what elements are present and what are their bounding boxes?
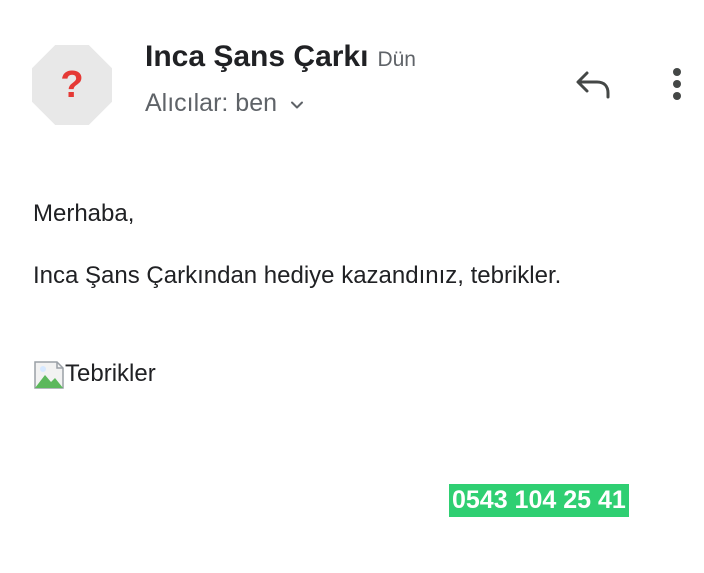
greeting-text: Merhaba, [33,200,135,227]
chevron-down-icon [291,101,304,108]
unknown-sender-icon: ? [60,64,84,106]
image-alt-text: Tebrikler [65,360,156,387]
phone-number-link[interactable]: 0543 104 25 41 [449,484,629,517]
recipients-label: Alıcılar: ben [145,89,278,117]
email-header: ? Inca Şans Çarkı Dün Alıcılar: ben [0,0,704,140]
more-vert-icon [673,68,681,100]
broken-image-icon [34,361,64,389]
reply-icon [576,71,610,99]
sender-line: Inca Şans Çarkı Dün [145,40,416,74]
email-timestamp: Dün [377,48,416,71]
more-options-button[interactable] [660,62,694,106]
broken-image[interactable]: Tebrikler [33,358,156,390]
sender-name[interactable]: Inca Şans Çarkı [145,40,368,74]
message-text: Inca Şans Çarkından hediye kazandınız, t… [33,262,562,289]
recipients-toggle[interactable]: Alıcılar: ben [145,89,305,118]
sender-avatar[interactable]: ? [32,45,112,125]
reply-button[interactable] [572,66,614,104]
